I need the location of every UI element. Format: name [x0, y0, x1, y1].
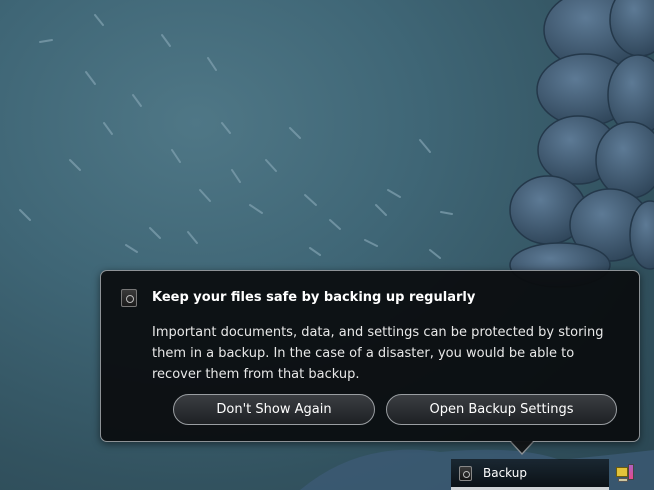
tray-item-label: Backup	[483, 466, 527, 480]
backup-safe-icon	[121, 289, 137, 307]
power-display-icon[interactable]	[616, 464, 636, 484]
dont-show-again-button[interactable]: Don't Show Again	[173, 394, 375, 425]
backup-notification: Keep your files safe by backing up regul…	[100, 270, 640, 442]
bubble-pointer	[511, 441, 533, 453]
backup-tray-item[interactable]: Backup	[451, 459, 609, 490]
bottom-panel: Backup	[0, 459, 654, 490]
notification-body: Important documents, data, and settings …	[152, 325, 604, 382]
open-backup-settings-button[interactable]: Open Backup Settings	[386, 394, 617, 425]
backup-safe-icon	[459, 466, 472, 481]
notification-title: Keep your files safe by backing up regul…	[152, 290, 476, 305]
